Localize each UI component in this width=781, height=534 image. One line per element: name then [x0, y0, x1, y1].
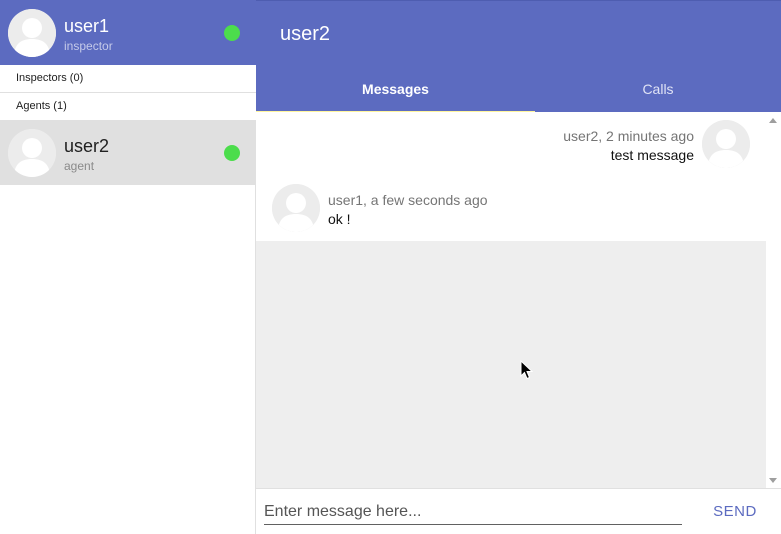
message-text: test message	[610, 147, 694, 163]
scroll-up-arrow-icon[interactable]	[769, 118, 777, 123]
message-item: user1, a few seconds ago ok !	[256, 176, 766, 241]
conversation-header: user2 Messages Calls	[256, 0, 781, 113]
tab-calls[interactable]: Calls	[535, 66, 781, 113]
mouse-cursor-icon	[520, 360, 534, 380]
conversation-panel: user2 Messages Calls user2, 2 minutes ag…	[256, 0, 781, 534]
message-meta: user2, 2 minutes ago	[563, 128, 694, 144]
contact-item-user2[interactable]: user2 agent	[0, 121, 256, 185]
group-header-agents[interactable]: Agents (1)	[0, 93, 256, 121]
conversation-title: user2	[280, 23, 331, 45]
message-meta: user1, a few seconds ago	[328, 192, 488, 208]
current-user-name: user1	[64, 16, 110, 36]
user-avatar-icon	[702, 120, 750, 168]
contact-name: user2	[64, 136, 110, 156]
group-header-inspectors[interactable]: Inspectors (0)	[0, 65, 256, 93]
user-avatar-icon	[8, 9, 56, 57]
current-user-role: inspector	[64, 39, 113, 53]
message-text: ok !	[328, 211, 351, 227]
scroll-down-arrow-icon[interactable]	[769, 478, 777, 483]
message-list-scrollbar[interactable]	[766, 112, 781, 488]
online-status-icon	[224, 25, 240, 41]
message-composer: SEND	[256, 488, 781, 534]
message-input[interactable]	[264, 499, 682, 525]
current-user-panel: user1 inspector	[0, 0, 256, 65]
contact-role: agent	[64, 159, 95, 173]
sidebar: user1 inspector Inspectors (0) Agents (1…	[0, 0, 256, 534]
user-avatar-icon	[8, 129, 56, 177]
message-list[interactable]: user2, 2 minutes ago test message user1,…	[256, 112, 766, 488]
tab-messages[interactable]: Messages	[256, 66, 535, 113]
online-status-icon	[224, 145, 240, 161]
message-item: user2, 2 minutes ago test message	[256, 112, 766, 176]
send-button[interactable]: SEND	[702, 497, 768, 527]
user-avatar-icon	[272, 184, 320, 232]
